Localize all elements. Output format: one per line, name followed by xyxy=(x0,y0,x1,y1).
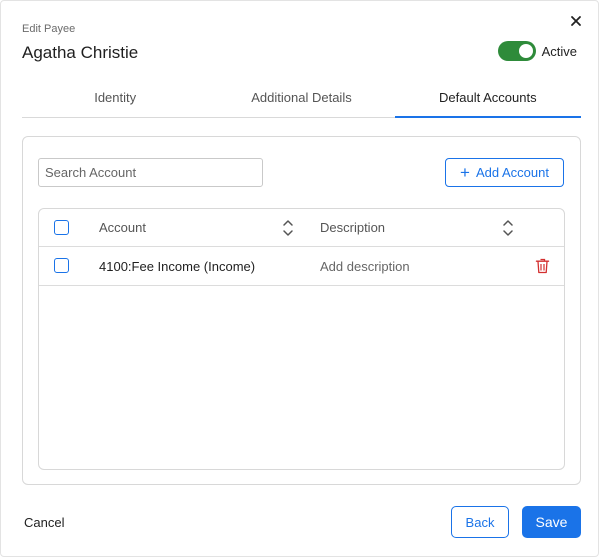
active-status: Active xyxy=(497,41,577,61)
edit-payee-dialog: Edit Payee Agatha Christie Active Identi… xyxy=(0,0,599,557)
page-title: Agatha Christie xyxy=(22,43,139,62)
close-icon[interactable] xyxy=(568,13,584,29)
account-cell: 4100:Fee Income (Income) xyxy=(99,258,256,274)
table-header-row: Account Description xyxy=(39,209,564,247)
delete-icon[interactable] xyxy=(535,258,550,274)
column-header-account[interactable]: Account xyxy=(99,209,146,246)
cancel-button[interactable]: Cancel xyxy=(24,515,64,530)
sort-account-icon[interactable] xyxy=(281,218,295,238)
toggle-knob xyxy=(518,44,533,58)
tab-default-accounts[interactable]: Default Accounts xyxy=(394,87,582,118)
add-account-button[interactable]: + Add Account xyxy=(445,158,564,187)
active-toggle[interactable] xyxy=(497,41,536,61)
description-field[interactable]: Add description xyxy=(320,247,410,285)
default-accounts-panel: + Add Account Account Description 4100: xyxy=(22,136,581,485)
tab-additional-details[interactable]: Additional Details xyxy=(208,87,394,117)
plus-icon: + xyxy=(460,163,470,182)
add-account-label: Add Account xyxy=(475,165,549,180)
dialog-subtitle: Edit Payee xyxy=(22,23,76,35)
column-header-description[interactable]: Description xyxy=(320,209,385,246)
select-all-checkbox[interactable] xyxy=(54,220,69,235)
search-account-input[interactable] xyxy=(38,158,263,187)
tab-identity[interactable]: Identity xyxy=(22,87,208,117)
active-label: Active xyxy=(541,43,577,59)
row-checkbox[interactable] xyxy=(54,258,69,273)
save-button[interactable]: Save xyxy=(522,506,581,538)
accounts-table: Account Description 4100:Fee Income (Inc… xyxy=(38,208,565,470)
back-button[interactable]: Back xyxy=(451,506,509,538)
sort-description-icon[interactable] xyxy=(501,218,515,238)
table-row: 4100:Fee Income (Income) Add description xyxy=(39,247,564,286)
tab-bar: Identity Additional Details Default Acco… xyxy=(22,87,582,118)
